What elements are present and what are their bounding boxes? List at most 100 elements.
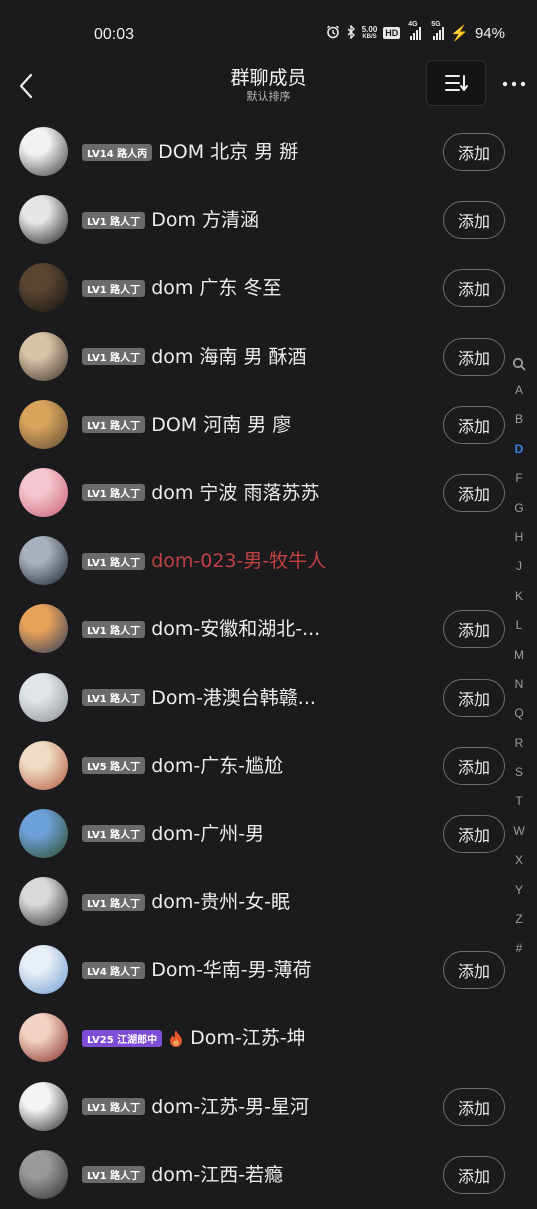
add-friend-button[interactable]: 添加 [443,1155,505,1194]
member-name: DOM 河南 男 廖 [151,413,292,436]
member-avatar[interactable] [19,672,68,722]
index-letter[interactable]: R [506,729,532,758]
member-avatar[interactable] [19,195,68,245]
index-letter[interactable]: N [506,670,532,699]
index-letter[interactable]: X [506,846,532,875]
member-info: LV1 路人丁 DOM 河南 男 廖 [82,391,291,459]
add-friend-button[interactable]: 添加 [443,133,505,171]
index-letter[interactable]: T [506,787,532,816]
member-avatar[interactable] [19,1013,68,1063]
member-name: dom-江西-若瘾 [151,1163,284,1186]
member-row[interactable]: LV14 路人丙 DOM 北京 男 掰 添加 [0,118,537,186]
index-letter[interactable]: Q [506,699,532,728]
add-friend-button[interactable]: 添加 [443,201,505,240]
member-name: dom-023-男-牧牛人 [151,550,327,573]
member-row[interactable]: LV1 路人丁 dom-贵州-女-眠 [0,868,537,936]
add-friend-button[interactable]: 添加 [443,473,505,512]
member-info: LV1 路人丁 dom-江西-若瘾 [82,1141,283,1209]
index-letter[interactable]: A [506,376,532,405]
index-letter[interactable]: L [506,611,532,640]
index-letter[interactable]: M [506,641,532,670]
member-row[interactable]: LV1 路人丁 DOM 河南 男 廖 添加 [0,391,537,459]
member-avatar[interactable] [19,740,68,790]
level-badge: LV1 路人丁 [82,1098,146,1116]
more-options-button[interactable] [496,66,532,102]
level-badge: LV1 路人丁 [82,484,146,502]
add-friend-button[interactable]: 添加 [443,269,505,308]
add-friend-button[interactable]: 添加 [443,1087,505,1126]
member-avatar[interactable] [19,467,68,517]
member-name: Dom-华南-男-薄荷 [151,959,312,982]
member-avatar[interactable] [19,127,68,176]
member-row[interactable]: LV1 路人丁 dom-江西-若瘾 添加 [0,1141,537,1209]
back-button[interactable] [8,66,44,106]
member-avatar[interactable] [19,945,68,995]
add-friend-button[interactable]: 添加 [443,337,505,376]
member-name: dom-广州-男 [151,822,265,845]
sort-icon [445,75,468,91]
member-list: LV14 路人丙 DOM 北京 男 掰添加 LV1 路人丁 Dom 方清涵 添加 LV1 … [0,118,537,1209]
index-letter[interactable]: Y [506,876,532,905]
index-letter[interactable]: H [506,523,532,552]
member-avatar[interactable] [19,263,68,313]
index-letter[interactable]: W [506,817,532,846]
member-info: LV25 江湖郎中 Dom-江苏-坤 [82,1004,306,1072]
charging-icon: ⚡ [450,25,469,42]
member-row[interactable]: LV1 路人丁 dom-广州-男 添加 [0,800,537,868]
member-row[interactable]: LV1 路人丁 dom 广东 冬至 添加 [0,254,537,322]
member-name: Dom-港澳台韩赣... [151,686,316,709]
member-avatar[interactable] [19,399,68,449]
member-info: LV1 路人丁 dom 宁波 雨落苏苏 [82,459,319,527]
member-avatar[interactable] [19,1149,68,1199]
member-avatar[interactable] [19,808,68,858]
member-row[interactable]: LV5 路人丁 dom-广东-尴尬 添加 [0,732,537,800]
signal-icon-sim1: 4G [408,21,422,40]
level-badge: LV1 路人丁 [82,416,146,434]
member-name: Dom-江苏-坤 [190,1027,306,1050]
member-info: LV1 路人丁 Dom-港澳台韩赣... [82,664,316,732]
index-letter[interactable]: K [506,582,532,611]
member-row[interactable]: LV1 路人丁 dom 海南 男 酥酒 添加 [0,323,537,391]
index-letter[interactable]: J [506,552,532,581]
member-avatar[interactable] [19,331,68,381]
member-avatar[interactable] [19,604,68,654]
index-letter[interactable]: S [506,758,532,787]
member-avatar[interactable] [19,536,68,586]
level-badge: LV4 路人丁 [82,961,146,979]
member-row[interactable]: LV1 路人丁 Dom 方清涵 添加 [0,186,537,254]
member-info: LV1 路人丁 dom-江苏-男-星河 [82,1073,309,1141]
alarm-icon [326,25,340,41]
member-info: LV5 路人丁 dom-广东-尴尬 [82,732,283,800]
index-letter[interactable]: # [506,934,532,963]
add-friend-button[interactable]: 添加 [443,610,505,649]
add-friend-button[interactable]: 添加 [443,814,505,853]
member-row[interactable]: LV4 路人丁 Dom-华南-男-薄荷 添加 [0,936,537,1004]
flame-icon [168,1029,184,1048]
index-letter[interactable]: F [506,464,532,493]
index-letter[interactable]: G [506,494,532,523]
index-letter[interactable]: B [506,405,532,434]
add-friend-button[interactable]: 添加 [443,405,505,444]
member-avatar[interactable] [19,877,68,927]
member-row[interactable]: LV1 路人丁 dom-023-男-牧牛人 [0,527,537,595]
member-avatar[interactable] [19,1081,68,1131]
header: 群聊成员 默认排序 [0,58,537,114]
battery-percent: 94% [474,24,505,42]
member-name: DOM 北京 男 掰 [158,141,299,163]
member-name: dom 广东 冬至 [151,277,282,300]
member-row[interactable]: LV25 江湖郎中 Dom-江苏-坤 [0,1004,537,1072]
sort-button[interactable] [426,60,486,106]
member-row[interactable]: LV1 路人丁 dom-安徽和湖北-... 添加 [0,595,537,663]
member-row[interactable]: LV1 路人丁 dom-江苏-男-星河 添加 [0,1073,537,1141]
member-row[interactable]: LV1 路人丁 dom 宁波 雨落苏苏 添加 [0,459,537,527]
member-row[interactable]: LV1 路人丁 Dom-港澳台韩赣... 添加 [0,664,537,732]
index-letter[interactable]: D [506,435,532,464]
index-search-icon[interactable] [506,352,532,376]
level-badge: LV1 路人丁 [82,1166,146,1184]
add-friend-button[interactable]: 添加 [443,746,505,785]
alphabet-index[interactable]: A B D F G H J K L M N Q R S T W X Y Z # [506,352,532,964]
add-friend-button[interactable]: 添加 [443,951,505,990]
index-letter[interactable]: Z [506,905,532,934]
add-friend-button[interactable]: 添加 [443,678,505,717]
level-badge: LV1 路人丁 [82,348,146,366]
